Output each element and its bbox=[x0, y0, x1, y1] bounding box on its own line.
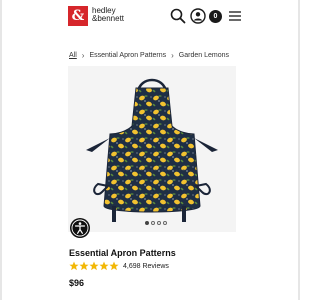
breadcrumb-separator: › bbox=[81, 51, 85, 60]
star-icon bbox=[89, 261, 99, 271]
breadcrumb-all[interactable]: All bbox=[69, 52, 77, 59]
breadcrumb-current: Garden Lemons bbox=[178, 52, 229, 59]
carousel-dots bbox=[145, 221, 167, 225]
brand-line-2: &bennett bbox=[92, 14, 125, 23]
menu-icon[interactable] bbox=[227, 8, 243, 24]
apron-image bbox=[86, 78, 218, 222]
product-page: & hedley &bennett 0 All › Essential Apro… bbox=[0, 0, 300, 300]
star-icon bbox=[99, 261, 109, 271]
search-icon[interactable] bbox=[170, 8, 186, 24]
review-count[interactable]: 4,698 Reviews bbox=[123, 263, 169, 270]
carousel-dot[interactable] bbox=[145, 221, 149, 225]
star-rating bbox=[69, 261, 119, 271]
site-header: & hedley &bennett 0 bbox=[2, 0, 302, 34]
breadcrumb-collection[interactable]: Essential Apron Patterns bbox=[89, 52, 166, 59]
brand-logo[interactable]: & bbox=[68, 6, 88, 26]
product-title: Essential Apron Patterns bbox=[69, 248, 176, 258]
breadcrumb: All › Essential Apron Patterns › Garden … bbox=[69, 51, 229, 60]
breadcrumb-separator: › bbox=[171, 51, 174, 60]
product-image-gallery[interactable] bbox=[68, 66, 236, 232]
star-icon bbox=[69, 261, 79, 271]
star-icon bbox=[79, 261, 89, 271]
cart-icon[interactable]: 0 bbox=[209, 10, 222, 23]
account-icon[interactable] bbox=[190, 8, 206, 24]
product-rating[interactable]: 4,698 Reviews bbox=[69, 261, 169, 271]
accessibility-icon[interactable] bbox=[70, 218, 90, 238]
carousel-dot[interactable] bbox=[163, 221, 167, 225]
star-icon bbox=[109, 261, 119, 271]
product-price: $96 bbox=[69, 278, 85, 288]
carousel-dot[interactable] bbox=[157, 221, 161, 225]
carousel-dot[interactable] bbox=[151, 221, 155, 225]
brand-name[interactable]: hedley &bennett bbox=[92, 7, 124, 23]
